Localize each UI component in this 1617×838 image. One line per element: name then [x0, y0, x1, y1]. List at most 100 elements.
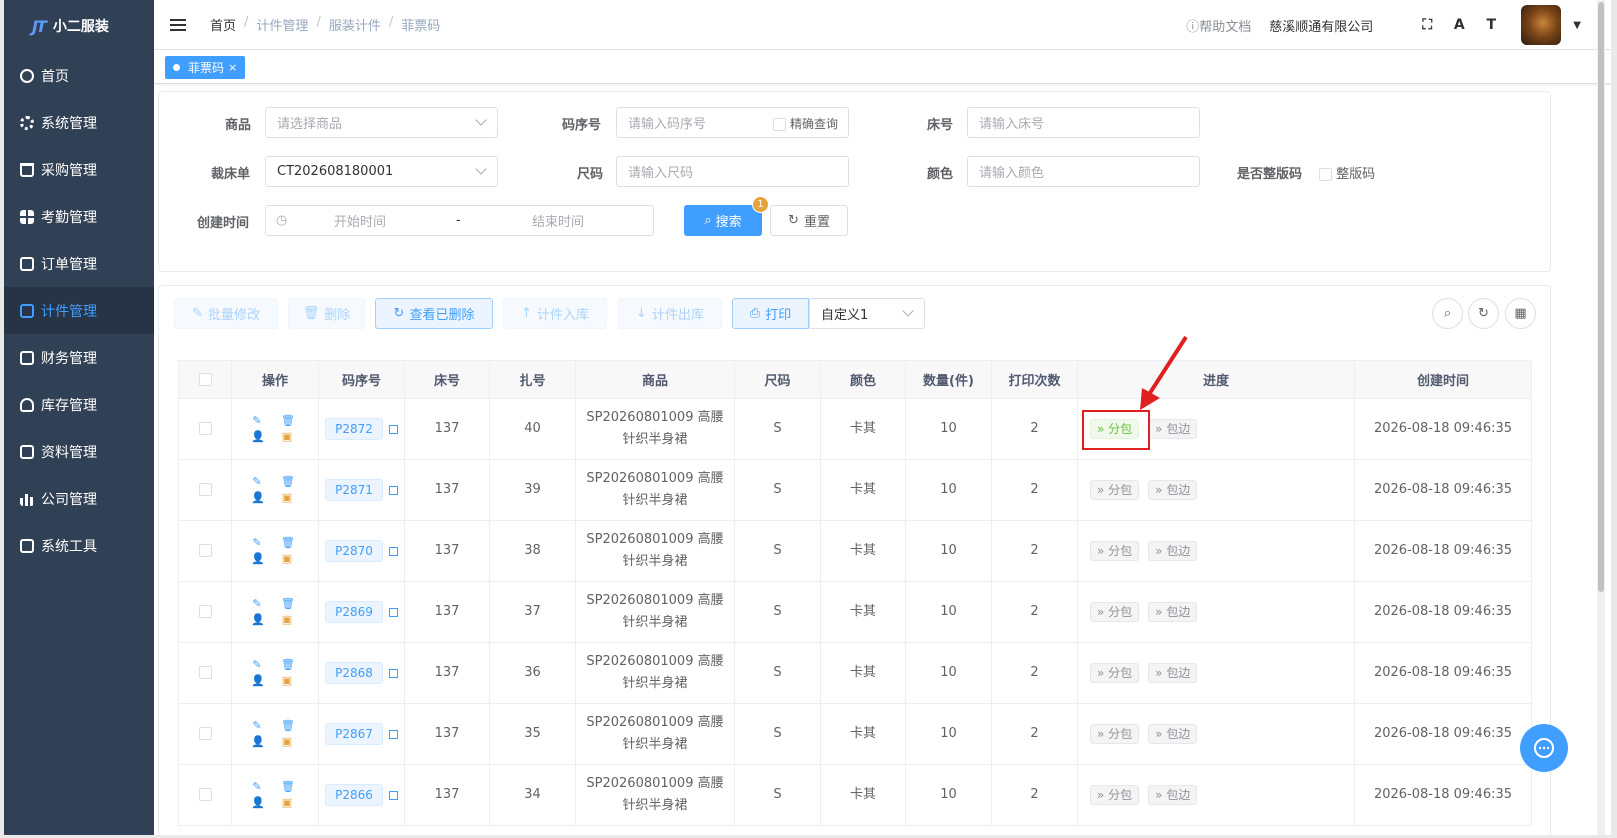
breadcrumb-level1[interactable]: 计件管理 — [256, 15, 308, 34]
code-tag[interactable]: P2867 — [325, 722, 383, 745]
product-select[interactable]: 请选择商品 — [265, 107, 498, 138]
clipboard-icon[interactable]: ▣ — [281, 736, 293, 748]
hamburger-icon[interactable] — [170, 18, 186, 31]
code-tag[interactable]: P2872 — [325, 417, 383, 440]
avatar[interactable] — [1521, 5, 1562, 45]
sidebar-item-6[interactable]: 财务管理 — [4, 334, 154, 381]
progress-step-fenbao[interactable]: » 分包 — [1090, 541, 1140, 561]
progress-step-baobian[interactable]: » 包边 — [1148, 663, 1198, 683]
progress-step-baobian[interactable]: » 包边 — [1148, 419, 1198, 439]
copy-icon[interactable] — [388, 424, 398, 434]
progress-step-baobian[interactable]: » 包边 — [1148, 480, 1198, 500]
sidebar-item-1[interactable]: 系统管理 — [4, 99, 154, 146]
start-time-input[interactable]: 开始时间 — [334, 211, 386, 230]
columns-icon[interactable]: ▦ — [1505, 298, 1536, 329]
app-logo[interactable]: JT 小二服装 — [4, 0, 154, 52]
trash-icon[interactable]: 🗑 — [281, 598, 295, 610]
page-scrollbar[interactable] — [1597, 0, 1605, 835]
sidebar-item-4[interactable]: 订单管理 — [4, 240, 154, 287]
person-icon[interactable]: 👤 — [251, 797, 265, 809]
sidebar-item-9[interactable]: 公司管理 — [4, 475, 154, 522]
edit-icon[interactable]: ✎ — [251, 476, 263, 488]
color-input[interactable]: 请输入颜色 — [967, 156, 1200, 187]
sidebar-item-8[interactable]: 资料管理 — [4, 428, 154, 475]
person-icon[interactable]: 👤 — [251, 736, 265, 748]
edit-icon[interactable]: ✎ — [251, 537, 263, 549]
progress-step-fenbao[interactable]: » 分包 — [1090, 724, 1140, 744]
chevron-down-icon[interactable]: ▼ — [1573, 20, 1581, 31]
row-checkbox[interactable] — [198, 605, 212, 618]
copy-icon[interactable] — [388, 607, 398, 617]
reset-button[interactable]: ↻ 重置 — [770, 205, 848, 236]
person-icon[interactable]: 👤 — [251, 675, 265, 687]
clipboard-icon[interactable]: ▣ — [281, 492, 293, 504]
font-size-icon[interactable]: T — [1481, 15, 1501, 35]
sidebar-item-3[interactable]: 考勤管理 — [4, 193, 154, 240]
progress-step-baobian[interactable]: » 包边 — [1148, 785, 1198, 805]
trash-icon[interactable]: 🗑 — [281, 415, 295, 427]
clipboard-icon[interactable]: ▣ — [281, 675, 293, 687]
progress-step-fenbao[interactable]: » 分包 — [1090, 785, 1140, 805]
person-icon[interactable]: 👤 — [251, 431, 265, 443]
close-icon[interactable]: × — [228, 61, 237, 74]
copy-icon[interactable] — [388, 790, 398, 800]
chat-button[interactable] — [1520, 724, 1568, 772]
copy-icon[interactable] — [388, 546, 398, 556]
edit-icon[interactable]: ✎ — [251, 659, 263, 671]
row-checkbox[interactable] — [198, 483, 212, 496]
trash-icon[interactable]: 🗑 — [281, 476, 295, 488]
code-tag[interactable]: P2871 — [325, 478, 383, 501]
end-time-input[interactable]: 结束时间 — [532, 211, 584, 230]
progress-step-baobian[interactable]: » 包边 — [1148, 724, 1198, 744]
trash-icon[interactable]: 🗑 — [281, 720, 295, 732]
code-input[interactable]: 请输入码序号 精确查询 — [616, 107, 849, 138]
fullscreen-icon[interactable]: ⛶ — [1417, 15, 1437, 35]
progress-step-baobian[interactable]: » 包边 — [1148, 541, 1198, 561]
row-checkbox[interactable] — [198, 666, 212, 679]
edit-icon[interactable]: ✎ — [251, 720, 263, 732]
clipboard-icon[interactable]: ▣ — [281, 797, 293, 809]
sidebar-item-5[interactable]: 计件管理 — [4, 287, 154, 334]
exact-query-checkbox[interactable]: 精确查询 — [773, 115, 838, 132]
stock-in-button[interactable]: ↑ 计件入库 — [503, 298, 607, 329]
row-checkbox[interactable] — [198, 788, 212, 801]
copy-icon[interactable] — [388, 668, 398, 678]
size-input[interactable]: 请输入尺码 — [616, 156, 849, 187]
trash-icon[interactable]: 🗑 — [281, 659, 295, 671]
code-tag[interactable]: P2869 — [325, 600, 383, 623]
search-button[interactable]: ⌕ 搜索 1 — [684, 196, 769, 236]
trash-icon[interactable]: 🗑 — [281, 781, 295, 793]
person-icon[interactable]: 👤 — [251, 614, 265, 626]
breadcrumb-home[interactable]: 首页 — [210, 15, 236, 34]
trash-icon[interactable]: 🗑 — [281, 537, 295, 549]
sidebar-item-0[interactable]: 首页 — [4, 52, 154, 99]
progress-step-fenbao[interactable]: » 分包 — [1090, 480, 1140, 500]
breadcrumb-level2[interactable]: 服装计件 — [329, 15, 381, 34]
code-tag[interactable]: P2868 — [325, 661, 383, 684]
delete-button[interactable]: 🗑 删除 — [288, 298, 365, 329]
copy-icon[interactable] — [388, 729, 398, 739]
print-template-select[interactable]: 自定义1 — [809, 298, 925, 329]
tag-active[interactable]: 菲票码 × — [165, 56, 246, 79]
row-checkbox[interactable] — [198, 727, 212, 740]
cut-select[interactable]: CT202608180001 — [265, 156, 498, 187]
date-range-picker[interactable]: ◷ 开始时间 - 结束时间 — [265, 205, 654, 236]
clipboard-icon[interactable]: ▣ — [281, 614, 293, 626]
refresh-icon[interactable]: ↻ — [1468, 298, 1499, 329]
person-icon[interactable]: 👤 — [251, 553, 265, 565]
batch-edit-button[interactable]: ✎ 批量修改 — [174, 298, 278, 329]
progress-step-fenbao[interactable]: » 分包 — [1090, 663, 1140, 683]
translate-icon[interactable]: A — [1449, 15, 1469, 35]
clipboard-icon[interactable]: ▣ — [281, 553, 293, 565]
help-docs-link[interactable]: ⓘ帮助文档 — [1186, 16, 1251, 35]
person-icon[interactable]: 👤 — [251, 492, 265, 504]
code-tag[interactable]: P2870 — [325, 539, 383, 562]
row-checkbox[interactable] — [198, 422, 212, 435]
progress-step-fenbao[interactable]: » 分包 — [1090, 602, 1140, 622]
sidebar-item-10[interactable]: 系统工具 — [4, 522, 154, 569]
sidebar-item-2[interactable]: 采购管理 — [4, 146, 154, 193]
edit-icon[interactable]: ✎ — [251, 781, 263, 793]
row-checkbox[interactable] — [198, 544, 212, 557]
edit-icon[interactable]: ✎ — [251, 415, 263, 427]
sidebar-item-7[interactable]: 库存管理 — [4, 381, 154, 428]
